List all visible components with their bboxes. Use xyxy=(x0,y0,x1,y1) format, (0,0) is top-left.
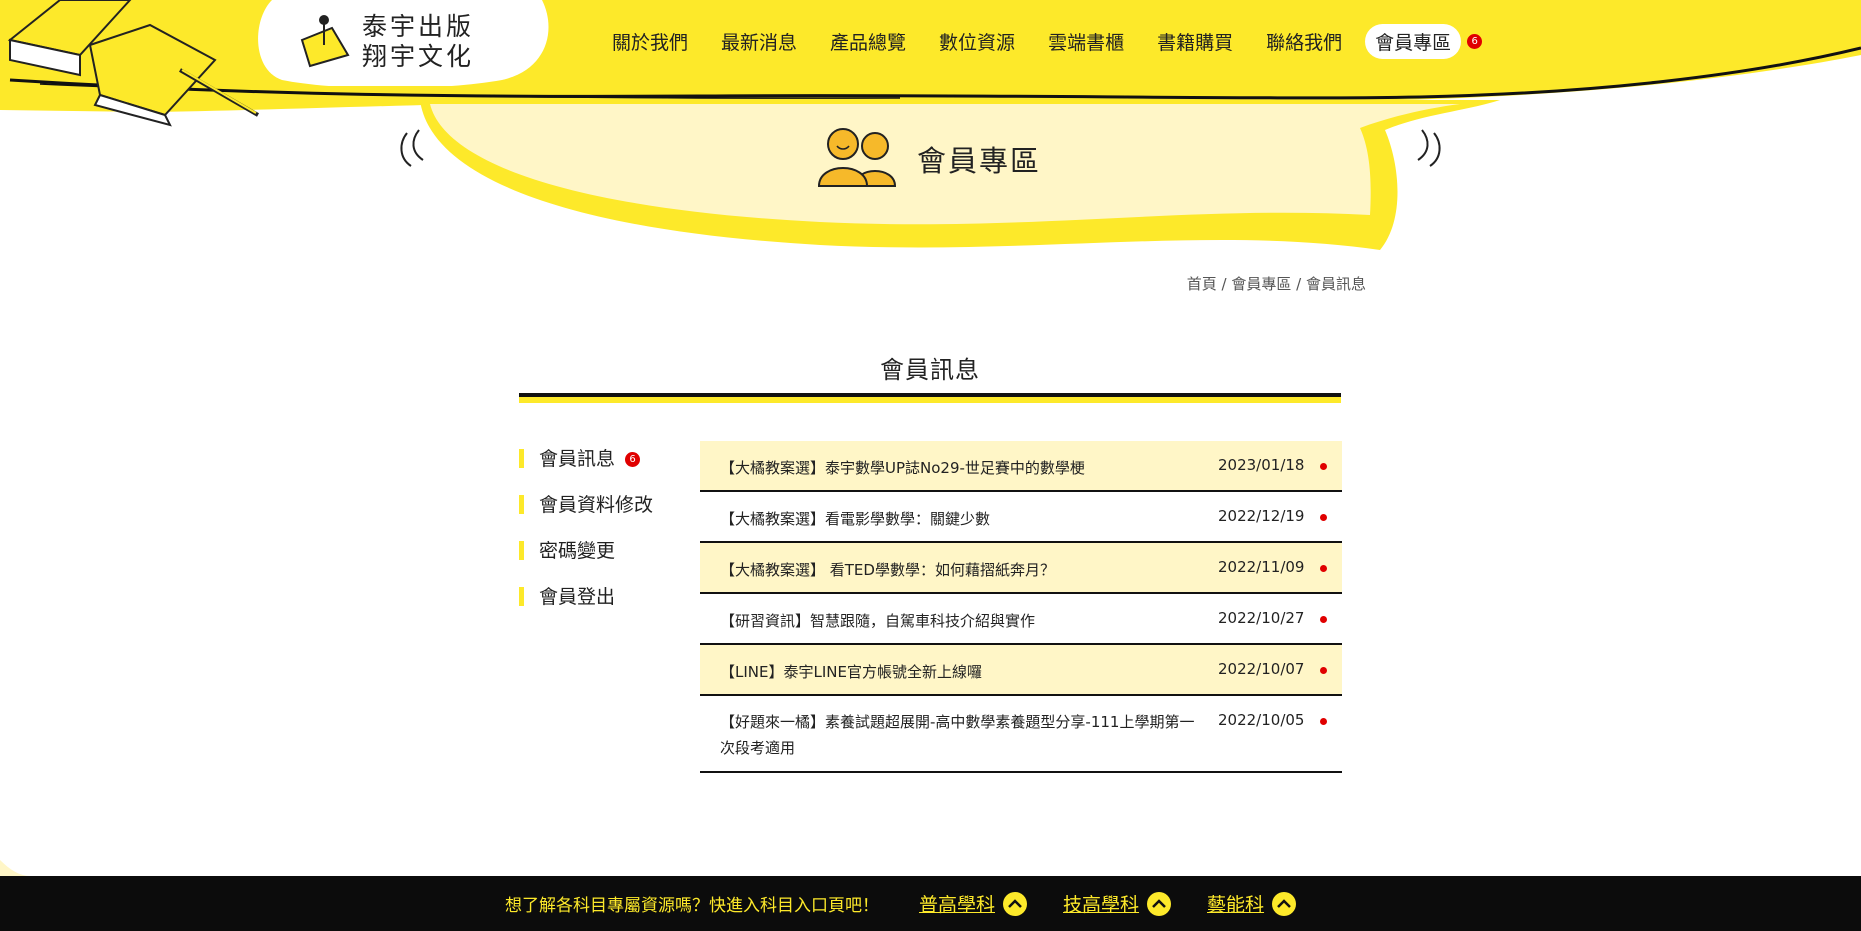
side-item-label: 會員資料修改 xyxy=(539,494,654,516)
side-item-marker xyxy=(519,587,524,606)
unread-dot-icon xyxy=(1320,718,1327,725)
page-title: 會員訊息 xyxy=(880,356,980,384)
message-date: 2022/12/19 xyxy=(1218,507,1305,525)
messages-badge: 6 xyxy=(625,452,641,467)
message-title: 【好題來一橘】素養試題超展開-高中數學素養題型分享-111上學期第一次段考適用 xyxy=(720,713,1195,757)
unread-dot-icon xyxy=(1320,514,1327,521)
message-date: 2022/11/09 xyxy=(1218,558,1305,576)
side-item-logout[interactable]: 會員登出 xyxy=(519,584,653,630)
message-title: 【大橘教案選】泰宇數學UP誌No29-世足賽中的數學梗 xyxy=(720,459,1085,477)
side-item-marker xyxy=(519,495,524,514)
footer-link-general-high[interactable]: 普高學科 xyxy=(919,890,995,917)
nav-member-badge: 6 xyxy=(1467,34,1483,49)
side-item-label: 會員登出 xyxy=(539,586,616,608)
message-row[interactable]: 【研習資訊】智慧跟隨，自駕車科技介紹與實作 2022/10/27 xyxy=(700,594,1342,645)
nav-item-about[interactable]: 關於我們 xyxy=(612,28,688,55)
side-item-marker xyxy=(519,449,524,468)
breadcrumb-section[interactable]: 會員專區 xyxy=(1231,275,1291,293)
side-item-marker xyxy=(519,541,524,560)
chevron-up-icon[interactable] xyxy=(1147,891,1172,916)
message-row[interactable]: 【好題來一橘】素養試題超展開-高中數學素養題型分享-111上學期第一次段考適用 … xyxy=(700,696,1342,773)
main-nav: 關於我們 最新消息 產品總覽 數位資源 雲端書櫃 書籍購買 聯絡我們 會員專區 … xyxy=(612,24,1483,59)
side-item-messages[interactable]: 會員訊息 6 xyxy=(519,446,653,492)
nav-item-news[interactable]: 最新消息 xyxy=(721,28,797,55)
unread-dot-icon xyxy=(1320,463,1327,470)
unread-dot-icon xyxy=(1320,616,1327,623)
message-title: 【研習資訊】智慧跟隨，自駕車科技介紹與實作 xyxy=(720,612,1036,630)
side-item-label: 會員訊息 xyxy=(539,448,616,470)
unread-dot-icon xyxy=(1320,667,1327,674)
footer-link-vocational-high[interactable]: 技高學科 xyxy=(1063,890,1139,917)
message-row[interactable]: 【大橘教案選】看電影學數學：關鍵少數 2022/12/19 xyxy=(700,492,1342,543)
footer-link-arts[interactable]: 藝能科 xyxy=(1207,890,1264,917)
message-date: 2022/10/05 xyxy=(1218,711,1305,729)
books-illustration xyxy=(7,0,259,127)
subject-footer-bar: 想了解各科目專屬資源嗎？快進入科目入口頁吧！ 普高學科 技高學科 藝能科 xyxy=(0,876,1861,931)
nav-item-digital[interactable]: 數位資源 xyxy=(939,28,1015,55)
logo-line-2: 翔宇文化 xyxy=(362,42,475,71)
breadcrumb-home[interactable]: 首頁 xyxy=(1187,275,1217,293)
nav-item-contact[interactable]: 聯絡我們 xyxy=(1266,28,1342,55)
member-side-menu: 會員訊息 6 會員資料修改 密碼變更 會員登出 xyxy=(519,446,653,630)
chevron-up-icon[interactable] xyxy=(1272,891,1297,916)
breadcrumb-current: 會員訊息 xyxy=(1305,275,1366,293)
nav-item-products[interactable]: 產品總覽 xyxy=(830,28,906,55)
message-list: 【大橘教案選】泰宇數學UP誌No29-世足賽中的數學梗 2023/01/18 【… xyxy=(700,441,1342,773)
message-date: 2022/10/07 xyxy=(1218,660,1305,678)
breadcrumb-separator: / xyxy=(1221,275,1227,293)
nav-item-member[interactable]: 會員專區 xyxy=(1365,24,1462,59)
message-date: 2023/01/18 xyxy=(1218,456,1305,474)
chevron-up-icon[interactable] xyxy=(1003,891,1028,916)
logo-text[interactable]: 泰宇出版 翔宇文化 xyxy=(362,12,474,72)
message-title: 【大橘教案選】看電影學數學：關鍵少數 xyxy=(720,510,991,528)
breadcrumb-separator: / xyxy=(1296,275,1302,293)
squiggle-left-icon xyxy=(400,129,424,167)
squiggle-right-icon xyxy=(1417,129,1441,167)
footer-message: 想了解各科目專屬資源嗎？快進入科目入口頁吧！ xyxy=(505,896,879,916)
side-item-password-change[interactable]: 密碼變更 xyxy=(519,538,653,584)
message-title: 【LINE】泰宇LINE官方帳號全新上線囉 xyxy=(720,663,982,681)
nav-item-cloud-shelf[interactable]: 雲端書櫃 xyxy=(1048,28,1124,55)
unread-dot-icon xyxy=(1320,565,1327,572)
members-icon xyxy=(817,128,897,187)
message-row[interactable]: 【大橘教案選】泰宇數學UP誌No29-世足賽中的數學梗 2023/01/18 xyxy=(700,441,1342,492)
nav-item-buy-books[interactable]: 書籍購買 xyxy=(1157,28,1233,55)
side-item-label: 密碼變更 xyxy=(539,540,616,562)
breadcrumb: 首頁 / 會員專區 / 會員訊息 xyxy=(1187,273,1366,294)
side-item-profile-edit[interactable]: 會員資料修改 xyxy=(519,492,653,538)
message-row[interactable]: 【大橘教案選】 看TED學數學：如何藉摺紙奔月？ 2022/11/09 xyxy=(700,543,1342,594)
title-divider xyxy=(519,393,1341,403)
message-title: 【大橘教案選】 看TED學數學：如何藉摺紙奔月？ xyxy=(720,561,1055,579)
message-row[interactable]: 【LINE】泰宇LINE官方帳號全新上線囉 2022/10/07 xyxy=(700,645,1342,696)
message-date: 2022/10/27 xyxy=(1218,609,1305,627)
hero-title: 會員專區 xyxy=(917,144,1042,178)
logo-line-1: 泰宇出版 xyxy=(362,12,475,41)
